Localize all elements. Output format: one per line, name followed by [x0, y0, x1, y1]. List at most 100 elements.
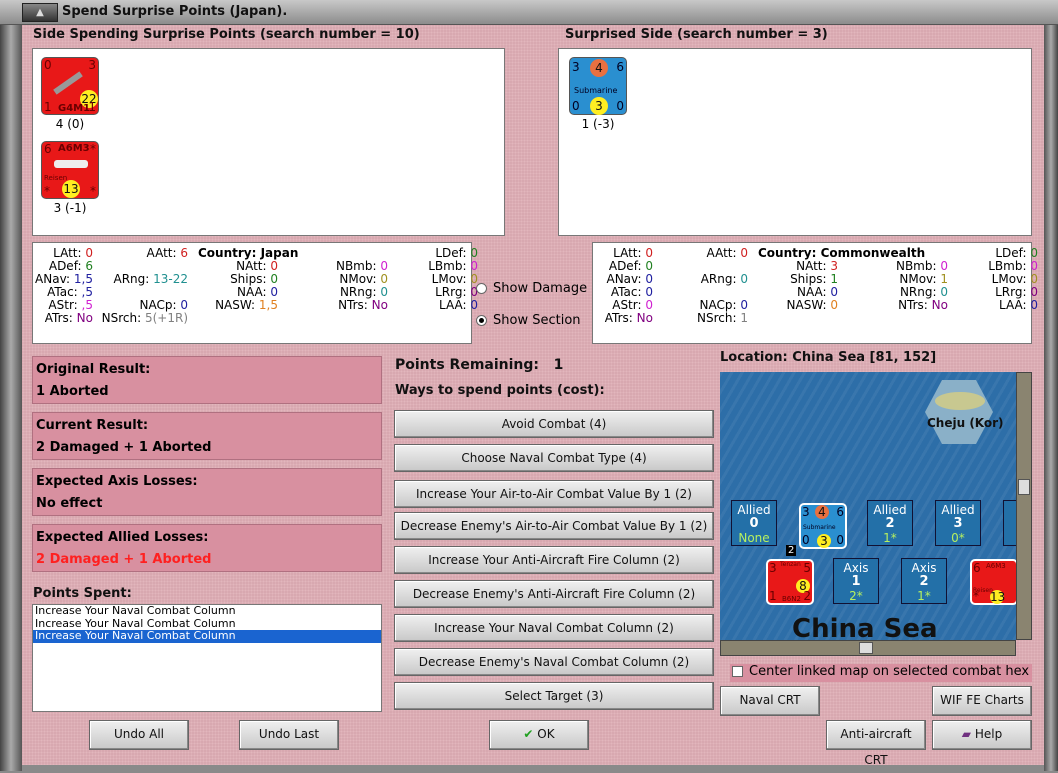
combat-box[interactable]: Axis 2 1*	[901, 558, 947, 604]
stat-atrs: ATrs: No	[604, 311, 653, 325]
stat-ldef: LDef: 0	[435, 246, 478, 260]
combat-box-partial[interactable]	[1003, 500, 1016, 546]
spend-option-button[interactable]: Choose Naval Combat Type (4)	[394, 444, 714, 472]
spending-units-panel: 0 3 22 1 G4M1 1 4 (0) 6 A6M3 * Reisen * …	[32, 48, 505, 236]
help-book-icon: ▰	[961, 727, 972, 741]
scroll-thumb[interactable]	[859, 642, 873, 654]
stack-count: 2	[786, 545, 797, 556]
sea-label: China Sea	[792, 614, 938, 640]
combat-box[interactable]: Axis 1 2*	[833, 558, 879, 604]
stat-latt: LAtt: 0	[53, 246, 93, 260]
center-map-checkbox[interactable]: Center linked map on selected combat hex	[730, 664, 1032, 682]
stat-atac: ATac: 0	[610, 285, 653, 299]
undo-all-button[interactable]: Undo All	[89, 720, 189, 750]
show-section-radio[interactable]: Show Section	[476, 313, 581, 328]
spend-option-button[interactable]: Decrease Enemy's Air-to-Air Combat Value…	[394, 512, 714, 540]
stat-arng: ARng: 0	[700, 272, 748, 286]
map-location: Location: China Sea [81, 152]	[720, 350, 937, 365]
naval-crt-button[interactable]: Naval CRT	[720, 686, 820, 716]
map-submarine-counter[interactable]: 3 4 6 Submarine 0 3 0	[799, 503, 847, 549]
stat-ntrs: NTrs: No	[898, 298, 948, 312]
stat-lbmb: LBmb: 0	[988, 259, 1038, 273]
stat-nacp: NACp: 0	[139, 298, 188, 312]
map-vertical-scrollbar[interactable]	[1016, 372, 1032, 640]
commonwealth-stats-panel: LAtt: 0 AAtt: 0 Country: Commonwealth LDef:…	[592, 242, 1038, 344]
current-result-box: Current Result: 2 Damaged + 1 Aborted	[32, 412, 382, 460]
stat-nbmb: NBmb: 0	[895, 259, 948, 273]
spend-option-button[interactable]: Select Target (3)	[394, 682, 714, 710]
combat-box[interactable]: Allied 2 1*	[867, 500, 913, 546]
stat-naa: NAA: 0	[796, 285, 838, 299]
stat-ships: Ships: 0	[230, 272, 278, 286]
unit-counter-a6m3[interactable]: 6 A6M3 * Reisen * 13 *	[41, 141, 99, 199]
aircraft-icon	[53, 71, 83, 95]
wif-fe-charts-button[interactable]: WIF FE Charts	[932, 686, 1032, 716]
list-item[interactable]: Increase Your Naval Combat Column	[33, 604, 381, 618]
country-label: Country: Commonwealth	[758, 246, 926, 260]
checkmark-icon: ✔	[523, 727, 534, 741]
title-bar: ▲ Spend Surprise Points (Japan).	[0, 0, 1058, 25]
stat-adef: ADef: 0	[608, 259, 653, 273]
map-a6m3-counter[interactable]: 6 A6M3 Reisen * 13	[970, 559, 1016, 605]
points-spent-label: Points Spent:	[33, 586, 132, 601]
aircraft-icon	[54, 160, 88, 168]
stat-lrrg: LRrg: 0	[995, 285, 1038, 299]
island-hex	[925, 380, 993, 444]
points-remaining-label: Points Remaining: 1	[395, 357, 564, 373]
spend-option-button[interactable]: Decrease Enemy's Naval Combat Column (2)	[394, 648, 714, 676]
stat-lmov: LMov: 0	[991, 272, 1038, 286]
stat-lbmb: LBmb: 0	[428, 259, 478, 273]
stat-nrng: NRng: 0	[339, 285, 388, 299]
country-label: Country: Japan	[198, 246, 299, 260]
unit-counter-g4m1[interactable]: 0 3 22 1 G4M1 1	[41, 57, 99, 115]
window-frame-right	[1044, 25, 1058, 771]
stat-ntrs: NTrs: No	[338, 298, 388, 312]
spend-option-button[interactable]: Decrease Enemy's Anti-Aircraft Fire Colu…	[394, 580, 714, 608]
window-menu-button[interactable]: ▲	[22, 3, 58, 22]
combat-box[interactable]: Allied 3 0*	[935, 500, 981, 546]
stat-nsrch: NSrch: 5(+1R)	[101, 311, 188, 325]
spend-option-button[interactable]: Increase Your Naval Combat Column (2)	[394, 614, 714, 642]
unit-counter-submarine[interactable]: 3 4 6 Submarine 0 3 0	[569, 57, 627, 115]
linked-map[interactable]: Cheju (Kor) Allied 0 None Allied 2 1* Allied…	[720, 372, 1016, 640]
checkbox[interactable]	[732, 666, 743, 677]
stat-laa: LAA: 0	[438, 298, 478, 312]
spending-side-header: Side Spending Surprise Points (search nu…	[33, 27, 420, 42]
stat-naa: NAA: 0	[236, 285, 278, 299]
spend-option-button[interactable]: Increase Your Anti-Aircraft Fire Column …	[394, 546, 714, 574]
spend-option-button[interactable]: Avoid Combat (4)	[394, 410, 714, 438]
stat-ldef: LDef: 0	[995, 246, 1038, 260]
spend-option-button[interactable]: Increase Your Air-to-Air Combat Value By…	[394, 480, 714, 508]
unit-caption: 4 (0)	[55, 117, 85, 131]
combat-box[interactable]: Allied 0 None	[731, 500, 777, 546]
map-horizontal-scrollbar[interactable]	[720, 640, 1016, 656]
stat-ships: Ships: 1	[790, 272, 838, 286]
undo-last-button[interactable]: Undo Last	[239, 720, 339, 750]
points-spent-list[interactable]: Increase Your Naval Combat Column Increa…	[32, 604, 382, 712]
show-damage-radio[interactable]: Show Damage	[476, 281, 587, 296]
help-button[interactable]: ▰ Help	[932, 720, 1032, 750]
stat-aatt: AAtt: 6	[146, 246, 188, 260]
stat-lmov: LMov: 0	[431, 272, 478, 286]
stat-atrs: ATrs: No	[44, 311, 93, 325]
ways-label: Ways to spend points (cost):	[395, 383, 605, 398]
stat-nmov: NMov: 1	[899, 272, 948, 286]
original-result-box: Original Result: 1 Aborted	[32, 356, 382, 404]
island-label: Cheju (Kor)	[927, 416, 1004, 430]
list-item[interactable]: Increase Your Naval Combat Column	[33, 629, 381, 643]
stat-anav: ANav: 0	[606, 272, 654, 286]
ok-button[interactable]: ✔ OK	[489, 720, 589, 750]
surprised-units-panel: 3 4 6 Submarine 0 3 0 1 (-3)	[558, 48, 1032, 236]
unit-caption: 1 (-3)	[581, 117, 615, 131]
island-icon	[935, 392, 985, 410]
anti-aircraft-crt-button[interactable]: Anti-aircraft CRT	[826, 720, 926, 767]
stat-atac: ATac: ,5	[47, 285, 93, 299]
stat-aatt: AAtt: 0	[706, 246, 748, 260]
japan-stats-panel: LAtt: 0 AAtt: 6 Country: Japan LDef: 0 ADef:…	[32, 242, 478, 344]
map-b6n2-counter[interactable]: 3 Tenzan 5 8 1 B6N2 2	[766, 559, 814, 605]
stat-adef: ADef: 6	[48, 259, 93, 273]
stat-arng: ARng: 13-22	[113, 272, 188, 286]
scroll-thumb[interactable]	[1018, 479, 1030, 495]
stat-nasw: NASW: 0	[786, 298, 838, 312]
stat-nasw: NASW: 1,5	[215, 298, 278, 312]
